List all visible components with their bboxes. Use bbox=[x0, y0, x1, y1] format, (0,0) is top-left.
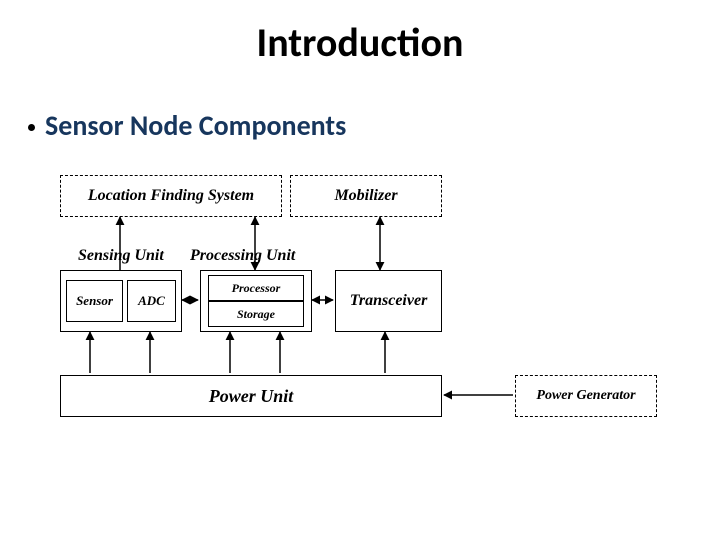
bullet-item: Sensor Node Components bbox=[28, 108, 346, 143]
bullet-dot-icon bbox=[28, 124, 35, 131]
processor-box: Processor bbox=[208, 275, 304, 301]
location-finding-box: Location Finding System bbox=[60, 175, 282, 217]
sensor-label: Sensor bbox=[76, 293, 113, 309]
sensor-box: Sensor bbox=[66, 280, 123, 322]
storage-box: Storage bbox=[208, 301, 304, 327]
power-generator-box: Power Generator bbox=[515, 375, 657, 417]
mobilizer-label: Mobilizer bbox=[334, 187, 397, 205]
processor-label: Processor bbox=[232, 281, 281, 296]
sensing-unit-heading: Sensing Unit bbox=[78, 247, 164, 265]
sensor-node-diagram: Location Finding System Mobilizer Sensin… bbox=[60, 175, 660, 455]
adc-label: ADC bbox=[138, 293, 165, 309]
power-generator-label: Power Generator bbox=[536, 388, 635, 404]
adc-box: ADC bbox=[127, 280, 176, 322]
mobilizer-box: Mobilizer bbox=[290, 175, 442, 217]
slide: Introduction Sensor Node Components Loca… bbox=[0, 0, 720, 540]
storage-label: Storage bbox=[237, 307, 275, 322]
processing-unit-heading: Processing Unit bbox=[190, 247, 295, 265]
transceiver-box: Transceiver bbox=[335, 270, 442, 332]
transceiver-label: Transceiver bbox=[350, 292, 428, 310]
bullet-text: Sensor Node Components bbox=[45, 108, 346, 143]
slide-title: Introduction bbox=[0, 18, 720, 67]
location-finding-label: Location Finding System bbox=[88, 187, 254, 205]
power-unit-label: Power Unit bbox=[209, 386, 294, 407]
power-unit-box: Power Unit bbox=[60, 375, 442, 417]
